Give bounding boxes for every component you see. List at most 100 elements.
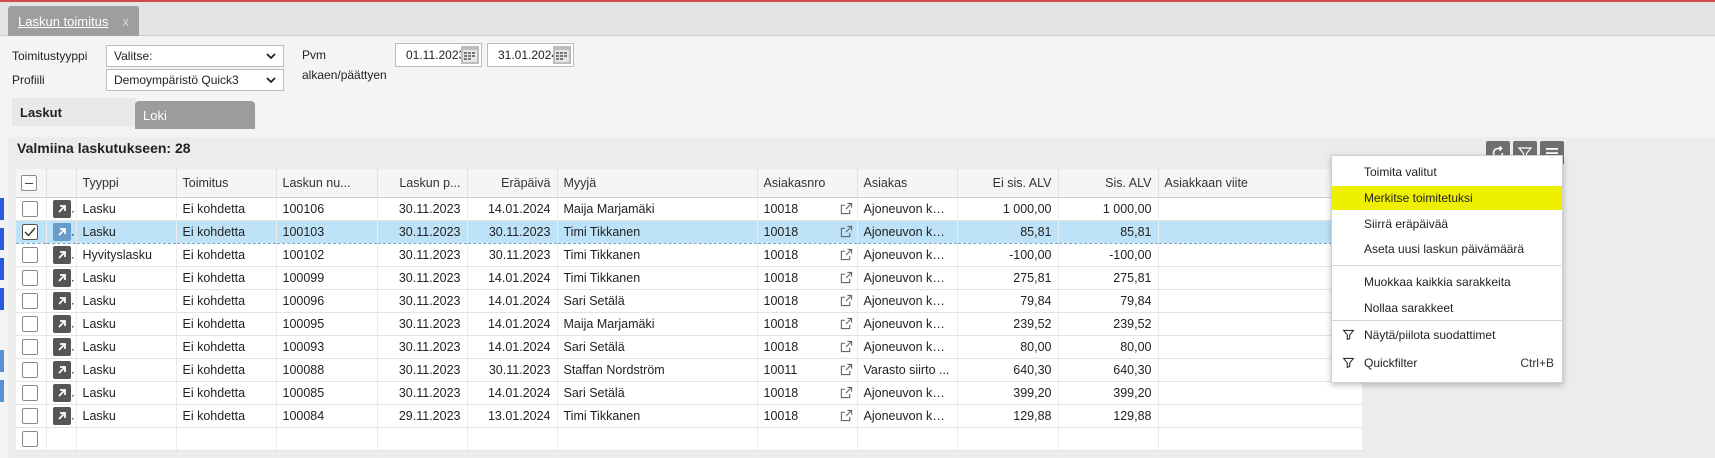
open-cell[interactable]: [46, 289, 77, 313]
row-checkbox[interactable]: [22, 315, 38, 332]
open-cell[interactable]: [46, 219, 77, 244]
row-select-cell[interactable]: [16, 312, 47, 336]
row-select-cell[interactable]: [16, 381, 47, 405]
menu-item-move-due-date[interactable]: Siirrä eräpäivää: [1332, 212, 1562, 236]
row-select-cell[interactable]: [16, 404, 47, 428]
menu-item-quickfilter[interactable]: Quickfilter Ctrl+B: [1332, 351, 1562, 375]
calendar-icon[interactable]: [461, 46, 479, 64]
menu-item-toggle-filters[interactable]: Näytä/piilota suodattimet: [1332, 323, 1562, 347]
row-checkbox[interactable]: [22, 384, 38, 401]
row-select-cell[interactable]: [16, 335, 47, 359]
cell-ref: [1158, 381, 1363, 405]
external-link-icon[interactable]: [840, 340, 853, 353]
row-checkbox[interactable]: [22, 223, 38, 240]
menu-item-set-invoice-date[interactable]: Aseta uusi laskun päivämäärä: [1332, 237, 1562, 261]
type-label: Toimitustyyppi: [12, 49, 88, 63]
col-header[interactable]: Ei sis. ALV: [957, 169, 1059, 198]
table-row[interactable]: Lasku Ei kohdetta 100095 30.11.2023 14.01.20…: [16, 312, 1363, 336]
menu-item-deliver-selected[interactable]: Toimita valitut: [1332, 160, 1562, 184]
open-cell[interactable]: [46, 381, 77, 405]
cell-gross: 129,88: [1058, 404, 1159, 428]
col-header[interactable]: Laskun nu...: [276, 169, 378, 198]
open-arrow-icon[interactable]: [52, 314, 71, 333]
external-link-icon[interactable]: [840, 225, 853, 238]
cell-inv_date: 30.11.2023: [377, 312, 468, 336]
col-header[interactable]: Asiakasnro: [757, 169, 858, 198]
table-row[interactable]: Lasku Ei kohdetta 100099 30.11.2023 14.01.20…: [16, 266, 1363, 290]
tab-laskun-toimitus[interactable]: Laskun toimitus x: [8, 6, 139, 36]
close-icon[interactable]: x: [123, 14, 130, 29]
external-link-icon[interactable]: [840, 248, 853, 261]
open-cell[interactable]: [46, 358, 77, 382]
open-cell[interactable]: [46, 312, 77, 336]
open-cell[interactable]: [46, 266, 77, 290]
col-header[interactable]: Eräpäivä: [467, 169, 558, 198]
tab-loki[interactable]: Loki: [135, 101, 255, 129]
table-row[interactable]: Lasku Ei kohdetta 100093 30.11.2023 14.01.20…: [16, 335, 1363, 359]
open-cell[interactable]: [46, 243, 77, 267]
external-link-icon[interactable]: [840, 409, 853, 422]
row-select-cell[interactable]: [16, 358, 47, 382]
table-row[interactable]: Lasku Ei kohdetta 100106 30.11.2023 14.01.20…: [16, 197, 1363, 221]
col-header[interactable]: Myyjä: [557, 169, 758, 198]
col-header[interactable]: Laskun p...: [377, 169, 468, 198]
open-arrow-icon[interactable]: [52, 360, 71, 379]
external-link-icon[interactable]: [840, 202, 853, 215]
col-header[interactable]: Asiakas: [857, 169, 958, 198]
open-arrow-icon[interactable]: [52, 383, 71, 402]
select-all-cell[interactable]: [16, 169, 47, 198]
profile-select[interactable]: Demoympäristö Quick3: [106, 69, 284, 91]
select-all-checkbox[interactable]: [21, 174, 37, 191]
table-row[interactable]: Lasku Ei kohdetta 100085 30.11.2023 14.01.20…: [16, 381, 1363, 405]
table-row[interactable]: Lasku Ei kohdetta 100084 29.11.2023 13.01.20…: [16, 404, 1363, 428]
external-link-icon[interactable]: [840, 386, 853, 399]
col-header[interactable]: Toimitus: [176, 169, 277, 198]
row-checkbox[interactable]: [22, 338, 38, 355]
open-cell[interactable]: [46, 404, 77, 428]
external-link-icon[interactable]: [840, 294, 853, 307]
external-link-icon[interactable]: [840, 271, 853, 284]
tab-laskut[interactable]: Laskut: [12, 98, 136, 126]
open-arrow-icon[interactable]: [52, 337, 71, 356]
date-from-input[interactable]: 01.11.2023: [395, 43, 482, 67]
row-checkbox[interactable]: [22, 200, 38, 217]
cell-number: 100103: [276, 219, 378, 244]
menu-item-mark-delivered[interactable]: Merkitse toimitetuksi: [1332, 186, 1562, 210]
row-select-cell[interactable]: [16, 266, 47, 290]
row-select-cell[interactable]: [16, 289, 47, 313]
row-select-cell[interactable]: [16, 197, 47, 221]
open-arrow-icon[interactable]: [52, 199, 71, 218]
open-arrow-icon[interactable]: [52, 222, 71, 241]
row-checkbox[interactable]: [22, 292, 38, 309]
menu-item-edit-columns[interactable]: Muokkaa kaikkia sarakkeita: [1332, 270, 1562, 294]
col-header[interactable]: Sis. ALV: [1058, 169, 1159, 198]
date-to-input[interactable]: 31.01.2024: [487, 43, 574, 67]
cell-seller: Timi Tikkanen: [557, 404, 758, 428]
table-row[interactable]: Lasku Ei kohdetta 100088 30.11.2023 30.11.20…: [16, 358, 1363, 382]
menu-item-label: Näytä/piilota suodattimet: [1364, 328, 1496, 342]
row-select-cell[interactable]: [16, 219, 47, 244]
row-checkbox[interactable]: [22, 269, 38, 286]
menu-item-reset-columns[interactable]: Nollaa sarakkeet: [1332, 296, 1562, 320]
open-arrow-icon[interactable]: [52, 268, 71, 287]
cell-inv_date: 30.11.2023: [377, 266, 468, 290]
open-arrow-icon[interactable]: [52, 291, 71, 310]
open-cell[interactable]: [46, 197, 77, 221]
table-row[interactable]: Lasku Ei kohdetta 100096 30.11.2023 14.01.20…: [16, 289, 1363, 313]
delivery-type-select[interactable]: Valitse:: [106, 45, 284, 67]
open-arrow-icon[interactable]: [52, 245, 71, 264]
external-link-icon[interactable]: [840, 363, 853, 376]
external-link-icon[interactable]: [840, 317, 853, 330]
row-checkbox[interactable]: [22, 361, 38, 378]
row-checkbox[interactable]: [22, 430, 38, 447]
table-row[interactable]: Hyvityslasku Ei kohdetta 100102 30.11.2023 3…: [16, 243, 1363, 267]
open-arrow-icon[interactable]: [52, 406, 71, 425]
row-checkbox[interactable]: [22, 246, 38, 263]
row-checkbox[interactable]: [22, 407, 38, 424]
col-header[interactable]: Tyyppi: [76, 169, 177, 198]
table-row[interactable]: Lasku Ei kohdetta 100103 30.11.2023 30.11.20…: [16, 219, 1363, 244]
open-cell[interactable]: [46, 335, 77, 359]
row-select-cell[interactable]: [16, 243, 47, 267]
calendar-icon[interactable]: [553, 46, 571, 64]
row-select-cell[interactable]: [16, 427, 47, 451]
